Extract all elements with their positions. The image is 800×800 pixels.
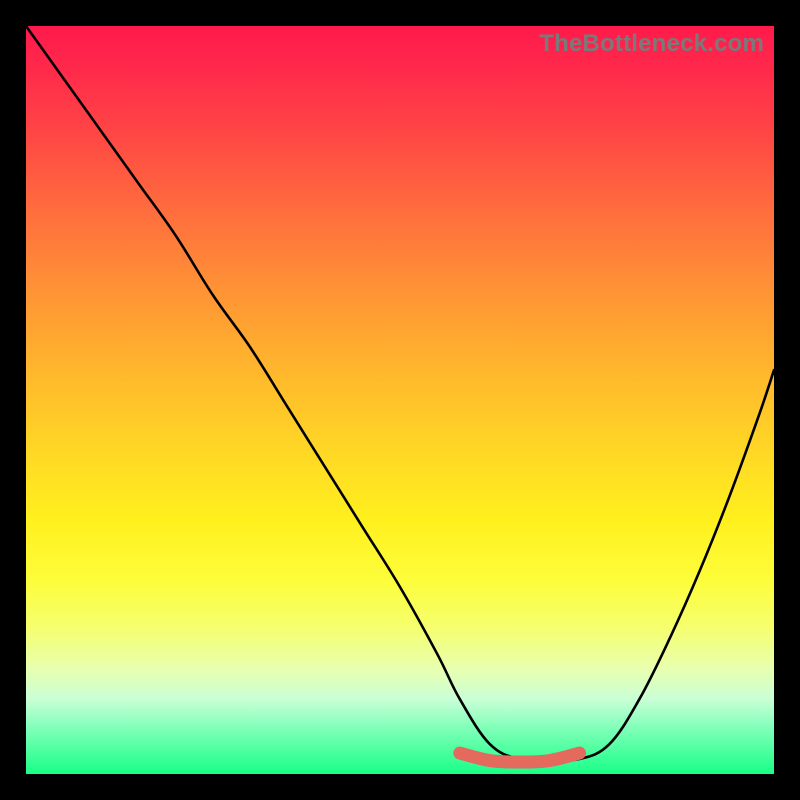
chart-frame: TheBottleneck.com <box>0 0 800 800</box>
curve-layer <box>26 26 774 774</box>
optimal-band-path <box>460 753 580 762</box>
bottleneck-curve-path <box>26 26 774 760</box>
plot-area: TheBottleneck.com <box>26 26 774 774</box>
